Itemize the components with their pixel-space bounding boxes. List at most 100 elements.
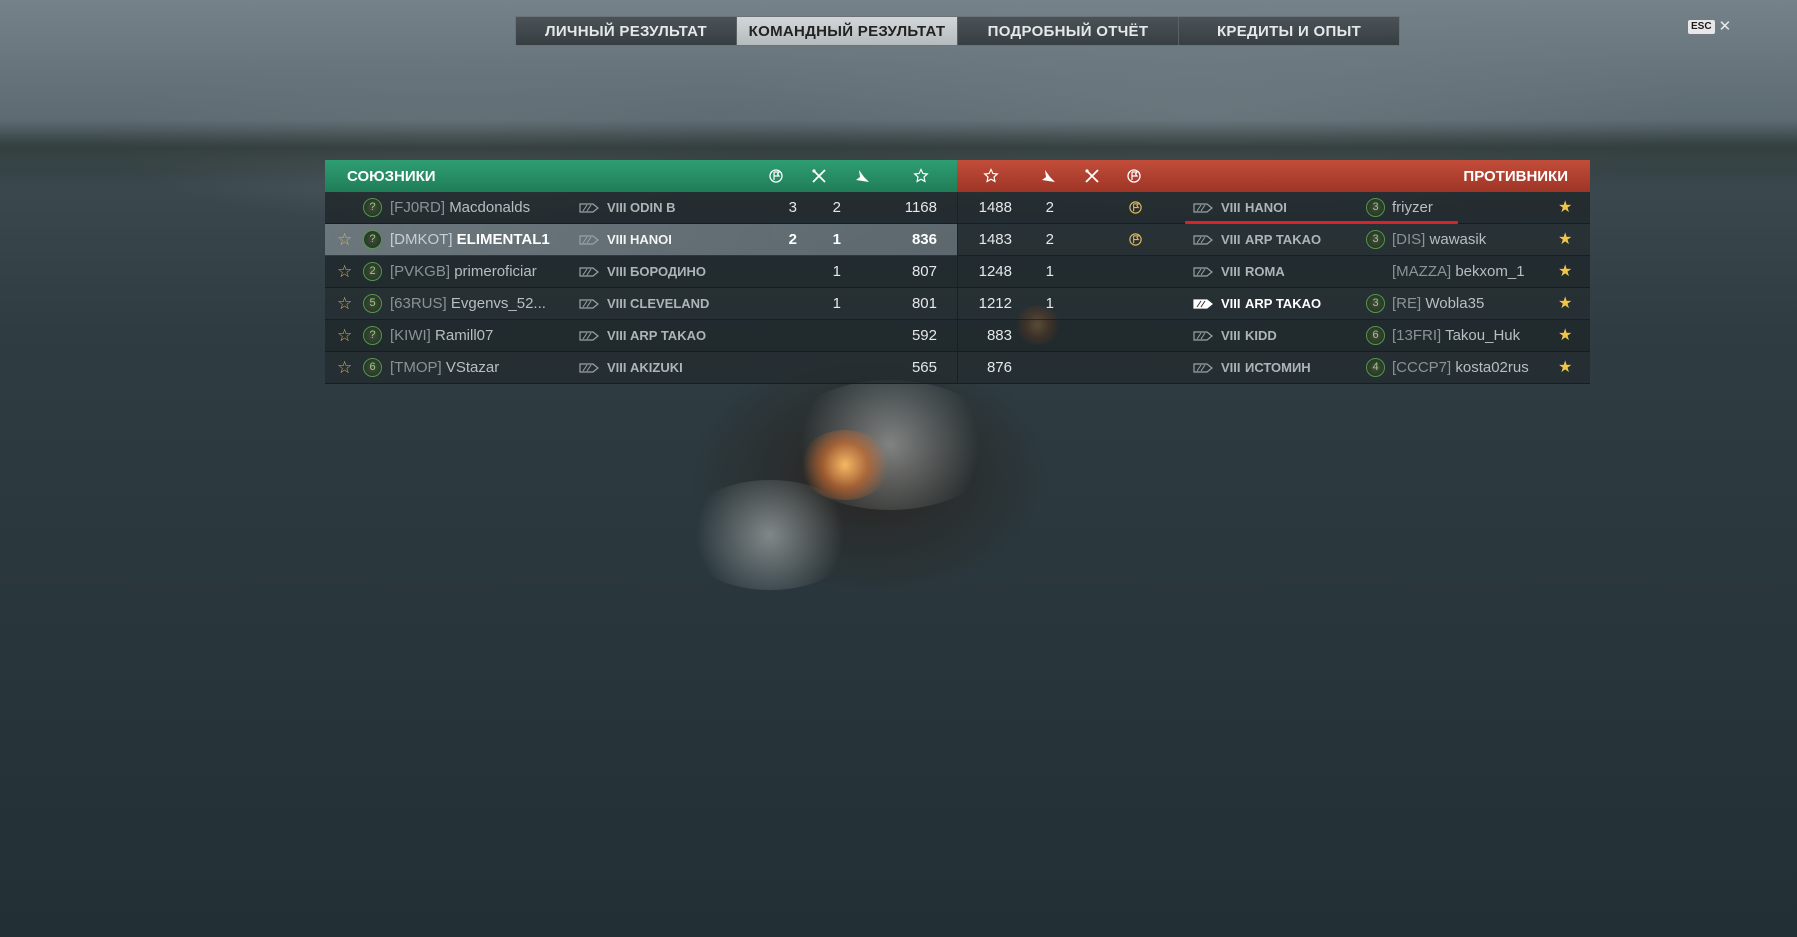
rank-badge: ?: [363, 198, 382, 217]
ally-row[interactable]: ☆? [KIWI] Ramill07 VIII ARP TAKAO 592: [325, 320, 957, 352]
ship-class-icon: [579, 235, 599, 245]
clan-tag: [13FRI]: [1392, 327, 1442, 344]
ship-tier: VIII: [607, 328, 627, 343]
planes-destroyed-value: 2: [832, 199, 841, 216]
ship-class-icon: [1193, 299, 1213, 309]
experience-value: 801: [911, 295, 937, 312]
player-star-icon: ☆: [337, 262, 353, 281]
ship-tier: VIII: [1221, 328, 1241, 343]
ship-name: ARP TAKAO: [1245, 232, 1322, 247]
experience-value: 807: [911, 263, 937, 280]
enemy-row[interactable]: 1488 2 VIII HANOI 3 friyzer ★: [958, 192, 1590, 224]
player-star-icon: ★: [1558, 199, 1573, 216]
player-star-icon: ☆: [337, 326, 353, 345]
player-star-icon: ★: [1558, 327, 1573, 344]
tab-team-result[interactable]: КОМАНДНЫЙ РЕЗУЛЬТАТ: [737, 17, 958, 45]
close-button[interactable]: ESC ✕: [1688, 18, 1732, 35]
player-name: [PVKGB] primeroficiar: [390, 256, 537, 287]
clan-tag: [KIWI]: [390, 327, 431, 344]
allies-header: СОЮЗНИКИ: [325, 160, 957, 192]
planes-destroyed-value: 2: [1045, 231, 1054, 248]
player-star-icon: ☆: [337, 230, 353, 249]
player-name: [MAZZA] bekxom_1: [1392, 256, 1525, 287]
ship-class-icon: [579, 267, 599, 277]
rank-badge: 4: [1366, 358, 1385, 377]
ship-class-icon: [1193, 363, 1213, 373]
player-star-icon: ★: [1558, 295, 1573, 312]
esc-key-label: ESC: [1688, 20, 1715, 34]
player-name: [FJ0RD] Macdonalds: [390, 192, 530, 223]
ship-tier: VIII: [607, 360, 627, 375]
ship-tier: VIII: [1221, 264, 1241, 279]
enemy-row[interactable]: 883 VIII KIDD 6 [13FRI] Takou_Huk ★: [958, 320, 1590, 352]
ship-tier: VIII: [1221, 360, 1241, 375]
ship-class-icon: [1193, 235, 1213, 245]
enemy-row[interactable]: 1248 1 VIII ROMA [MAZZA] bekxom_1 ★: [958, 256, 1590, 288]
rank-badge: 3: [1366, 230, 1385, 249]
ships-destroyed-icon: [1085, 169, 1099, 183]
experience-star-icon: [913, 168, 929, 183]
ship-name: ARP TAKAO: [1245, 296, 1322, 311]
ship-name: БОРОДИНО: [630, 264, 707, 279]
ship-class-icon: [579, 363, 599, 373]
tab-credits-xp[interactable]: КРЕДИТЫ И ОПЫТ: [1179, 17, 1399, 45]
ship-name: ROMA: [1245, 264, 1285, 279]
ship-name: ИСТОМИН: [1245, 360, 1311, 375]
enemies-header: ПРОТИВНИКИ: [957, 160, 1590, 192]
planes-destroyed-value: 1: [832, 263, 841, 280]
ship-name: ARP TAKAO: [630, 328, 707, 343]
ship-name: AKIZUKI: [630, 360, 683, 375]
experience-value: 1488: [978, 199, 1012, 216]
ships-destroyed-value: 2: [788, 231, 797, 248]
ship-name: ODIN B: [630, 200, 676, 215]
allies-title: СОЮЗНИКИ: [347, 167, 436, 185]
ship-name: KIDD: [1245, 328, 1277, 343]
ally-row[interactable]: ☆ 2 [PVKGB] primeroficiar VIII БОРОДИНО 1 807: [325, 256, 957, 288]
planes-destroyed-icon: [1042, 170, 1055, 182]
ship-tier: VIII: [607, 296, 627, 311]
clan-tag: [CCCP7]: [1392, 359, 1452, 376]
ship-tier: VIII: [1221, 200, 1241, 215]
player-name: [CCCP7] kosta02rus: [1392, 352, 1529, 383]
team-results-table: СОЮЗНИКИ ПРОТИВНИКИ ? [FJ0RD] Macdonalds…: [325, 160, 1590, 384]
planes-destroyed-value: 1: [1045, 263, 1054, 280]
rank-badge: ?: [363, 326, 382, 345]
enemy-row[interactable]: 1212 1 VIII ARP TAKAO 3 [RE] Wobla35 ★: [958, 288, 1590, 320]
clan-tag: [DMKOT]: [390, 231, 453, 248]
ship-name: HANOI: [1245, 200, 1287, 215]
tab-detailed-report[interactable]: ПОДРОБНЫЙ ОТЧЁТ: [958, 17, 1179, 45]
enemy-row[interactable]: 876 VIII ИСТОМИН 4 [CCCP7] kosta02rus ★: [958, 352, 1590, 384]
player-nickname: Takou_Huk: [1445, 327, 1521, 344]
rank-badge: 2: [363, 262, 382, 281]
close-icon: ✕: [1718, 18, 1732, 35]
clan-tag: [TMOP]: [390, 359, 442, 376]
clan-tag: [MAZZA]: [1392, 263, 1452, 280]
ally-row[interactable]: ☆? [DMKOT] ELIMENTAL1 VIII HANOI 2 1 836: [325, 224, 957, 256]
ship-name: CLEVELAND: [630, 296, 710, 311]
enemy-row[interactable]: 1483 2 VIII ARP TAKAO 3 [DIS] wawasik ★: [958, 224, 1590, 256]
experience-value: 836: [911, 231, 937, 248]
ally-row[interactable]: ? [FJ0RD] Macdonalds VIII ODIN B 3 2 1168: [325, 192, 957, 224]
player-nickname: Evgenvs_52...: [450, 295, 546, 312]
ally-row[interactable]: ☆ 5 [63RUS] Evgenvs_52... VIII CLEVELAND 1 801: [325, 288, 957, 320]
ship-name: HANOI: [630, 232, 672, 247]
clan-tag: [DIS]: [1392, 231, 1426, 248]
ship-class-icon: [579, 203, 599, 213]
ships-destroyed-icon: [812, 169, 826, 183]
experience-value: 565: [911, 359, 937, 376]
ship-class-icon: [1193, 267, 1213, 277]
base-capture-icon: [1129, 201, 1142, 214]
clan-tag: [RE]: [1392, 295, 1422, 312]
clan-tag: [PVKGB]: [390, 263, 451, 280]
rank-badge: 3: [1366, 294, 1385, 313]
ship-tier: VIII: [607, 200, 627, 215]
player-nickname: VStazar: [445, 359, 500, 376]
result-tabs: ЛИЧНЫЙ РЕЗУЛЬТАТ КОМАНДНЫЙ РЕЗУЛЬТАТ ПОД…: [515, 16, 1400, 46]
tab-personal-result[interactable]: ЛИЧНЫЙ РЕЗУЛЬТАТ: [516, 17, 737, 45]
player-nickname: ELIMENTAL1: [456, 231, 550, 248]
experience-value: 592: [911, 327, 937, 344]
planes-destroyed-value: 2: [1045, 199, 1054, 216]
player-star-icon: ★: [1558, 263, 1573, 280]
ally-row[interactable]: ☆ 6 [TMOP] VStazar VIII AKIZUKI 565: [325, 352, 957, 384]
rank-badge: 6: [1366, 326, 1385, 345]
